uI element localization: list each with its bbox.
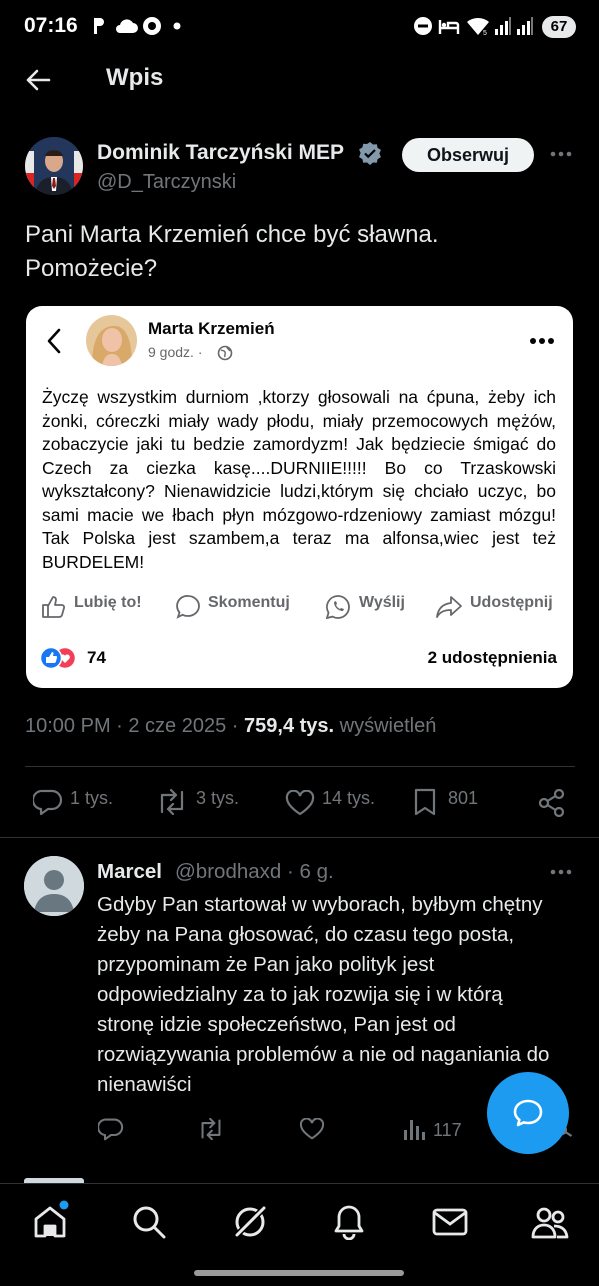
fb-post-body: Życzę wszystkim durniom ,ktorzy głosowal… bbox=[42, 387, 556, 572]
p-icon bbox=[94, 18, 104, 34]
views-count: 759,4 tys. bbox=[244, 715, 335, 737]
compose-reply-button[interactable] bbox=[487, 1072, 569, 1154]
notification-dot-icon bbox=[59, 1200, 69, 1210]
search-icon[interactable] bbox=[132, 1205, 166, 1239]
wifi-icon: 5 bbox=[467, 17, 489, 36]
notifications-bell-icon[interactable] bbox=[332, 1204, 366, 1240]
reply-count: 1 tys. bbox=[70, 788, 114, 808]
author-handle[interactable]: @D_Tarczynski bbox=[97, 171, 236, 194]
fb-avatar-portrait-icon bbox=[86, 315, 137, 366]
post-meta: 10:00 PM · 2 cze 2025 · 759,4 tys. wyświ… bbox=[25, 715, 436, 738]
bed-icon bbox=[438, 20, 460, 34]
system-home-indicator[interactable] bbox=[194, 1270, 404, 1276]
author-name[interactable]: Dominik Tarczyński MEP bbox=[97, 141, 344, 165]
bookmark-count: 801 bbox=[448, 788, 479, 808]
verified-badge-icon bbox=[359, 142, 381, 165]
fb-shares-count: 2 udostępnienia bbox=[427, 648, 557, 667]
fb-author-avatar bbox=[86, 315, 137, 366]
chrome-icon bbox=[143, 17, 161, 35]
fb-share-label: Udostępnij bbox=[470, 594, 553, 611]
fb-share-icon bbox=[436, 596, 462, 618]
reply-text: Gdyby Pan startował w wyborach, byłbym c… bbox=[97, 893, 550, 1096]
follow-button[interactable]: Obserwuj bbox=[402, 138, 534, 172]
divider bbox=[25, 766, 575, 767]
chat-bubble-icon bbox=[513, 1099, 543, 1127]
default-avatar-icon bbox=[24, 856, 84, 916]
status-bar: 07:16 5 67 bbox=[0, 0, 599, 52]
post-text-line-2: Pomożecie? bbox=[25, 255, 158, 282]
bookmark-icon[interactable] bbox=[413, 788, 437, 816]
back-arrow-icon[interactable] bbox=[25, 68, 51, 92]
fb-comment-label: Skomentuj bbox=[208, 594, 290, 611]
signal2-icon bbox=[517, 17, 533, 35]
page-title: Wpis bbox=[106, 64, 164, 91]
reply-author-avatar[interactable] bbox=[24, 856, 84, 916]
post-text-line-1: Pani Marta Krzemień chce być sławna. bbox=[25, 221, 439, 248]
share-icon[interactable] bbox=[538, 789, 566, 817]
dot-icon bbox=[173, 22, 181, 30]
like-count: 14 tys. bbox=[322, 788, 376, 808]
fb-like-icon bbox=[42, 596, 66, 618]
whatsapp-icon bbox=[325, 595, 350, 620]
fb-reactions-count: 74 bbox=[87, 648, 106, 667]
reply-reply-icon[interactable] bbox=[98, 1117, 124, 1141]
fb-comment-icon bbox=[176, 595, 200, 619]
reply-like-icon[interactable] bbox=[299, 1118, 325, 1140]
globe-icon bbox=[217, 345, 233, 361]
reply-more-icon[interactable] bbox=[550, 868, 572, 876]
fb-more-icon bbox=[530, 338, 554, 344]
divider bbox=[0, 837, 599, 838]
reply-views-count: 117 bbox=[433, 1120, 462, 1140]
reply-icon[interactable] bbox=[33, 788, 63, 816]
signal-icon bbox=[495, 17, 511, 35]
reply-repost-icon[interactable] bbox=[197, 1118, 225, 1140]
post-timestamp: 10:00 PM · 2 cze 2025 · bbox=[25, 715, 245, 737]
repost-icon[interactable] bbox=[156, 789, 188, 815]
repost-count: 3 tys. bbox=[196, 788, 240, 808]
fb-back-icon bbox=[47, 328, 61, 354]
post-text: Pani Marta Krzemień chce być sławna. Pom… bbox=[25, 218, 565, 286]
dnd-icon bbox=[414, 17, 432, 35]
fb-reactions-icon bbox=[39, 646, 77, 670]
cloud-icon bbox=[116, 19, 138, 33]
battery-indicator: 67 bbox=[542, 16, 576, 38]
avatar-portrait-icon bbox=[25, 137, 83, 195]
author-avatar[interactable] bbox=[25, 137, 83, 195]
embedded-image-card[interactable]: Marta Krzemień 9 godz. · Życzę wszystkim… bbox=[26, 306, 573, 688]
fb-author-name: Marta Krzemień bbox=[148, 319, 275, 338]
reply-views-icon[interactable] bbox=[402, 1118, 426, 1140]
fb-post-time: 9 godz. · bbox=[148, 344, 203, 360]
communities-icon[interactable] bbox=[530, 1204, 570, 1240]
grok-icon[interactable] bbox=[231, 1203, 269, 1241]
messages-icon[interactable] bbox=[432, 1208, 468, 1236]
reply-author-handle[interactable]: @brodhaxd · 6 g. bbox=[175, 860, 334, 884]
views-label: wyświetleń bbox=[334, 715, 437, 737]
status-time: 07:16 bbox=[24, 14, 78, 37]
more-options-icon[interactable] bbox=[550, 150, 572, 158]
reply-author-name[interactable]: Marcel bbox=[97, 860, 162, 884]
fb-send-label: Wyślij bbox=[359, 594, 405, 611]
like-icon[interactable] bbox=[285, 790, 315, 816]
fb-like-label: Lubię to! bbox=[74, 594, 142, 611]
svg-text:5: 5 bbox=[483, 30, 487, 36]
